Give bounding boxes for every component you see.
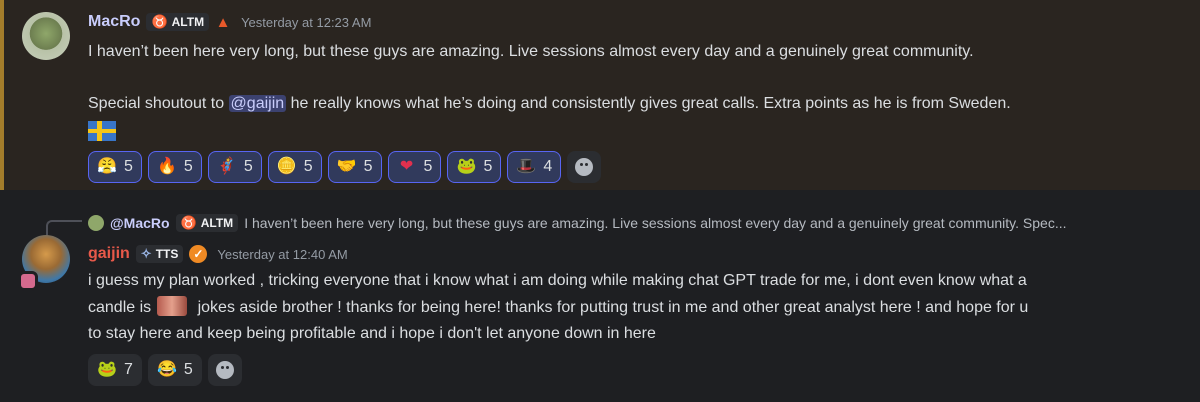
avatar[interactable]: [22, 12, 70, 60]
reply-role-tag: ♉ ALTM: [175, 214, 239, 232]
add-reaction-button[interactable]: [567, 151, 602, 183]
smile-icon: [215, 361, 234, 379]
reaction-bar: 😤 5 🔥 5 🦸 5 🪙 5 🤝 5 ❤ 5 🐸 5 🎩 4: [88, 151, 602, 183]
handshake-icon: 🤝: [336, 158, 357, 175]
tag-label: ALTM: [171, 15, 205, 29]
avatar-decoration-icon: [18, 271, 38, 291]
reaction-bar: 🐸 7 😂 5: [88, 354, 242, 386]
tag-label: TTS: [155, 247, 179, 261]
reaction-coin[interactable]: 🪙 5: [267, 151, 322, 183]
author-name[interactable]: MacRo: [88, 13, 140, 31]
role-tag[interactable]: ♉ ALTM: [146, 13, 210, 31]
custom-figure-icon: 🎩: [516, 158, 537, 175]
reaction-fire[interactable]: 🔥 5: [147, 151, 202, 183]
reply-preview[interactable]: @MacRo ♉ ALTM I haven’t been here very lo…: [88, 214, 1067, 232]
text-segment: jokes aside brother ! thanks for being h…: [193, 299, 1029, 316]
reaction-heart[interactable]: ❤ 5: [387, 151, 442, 183]
message-text-line: to stay here and keep being profitable a…: [88, 325, 656, 342]
reaction-custom-character[interactable]: 😤 5: [88, 151, 142, 183]
tag-label: ALTM: [200, 216, 234, 230]
reaction-count: 4: [543, 158, 553, 175]
author-name[interactable]: gaijin: [88, 245, 130, 263]
reaction-pepe[interactable]: 🐸 7: [88, 354, 142, 386]
heart-icon: ❤: [399, 158, 414, 175]
reaction-count: 5: [363, 158, 373, 175]
timestamp[interactable]: Yesterday at 12:40 AM: [217, 247, 347, 262]
reaction-count: 5: [483, 158, 493, 175]
reaction-custom-warrior[interactable]: 🦸 5: [207, 151, 262, 183]
message-text-line: I haven’t been here very long, but these…: [88, 43, 974, 60]
reaction-count: 5: [303, 158, 313, 175]
reply-avatar: [88, 215, 104, 231]
tag-icon: ♉: [180, 215, 197, 230]
pepe-icon: 🐸: [97, 361, 117, 378]
reaction-count: 5: [124, 158, 133, 175]
mention-gaijin[interactable]: @gaijin: [228, 95, 287, 112]
sparkle-icon: ✧: [140, 246, 152, 261]
verified-icon: ✓: [189, 245, 208, 263]
message-gaijin: @MacRo ♉ ALTM I haven’t been here very lo…: [0, 190, 1200, 402]
message-macro: MacRo ♉ ALTM ▲ Yesterday at 12:23 AM I ha…: [0, 0, 1200, 190]
laughing-tears-icon: 😂: [156, 361, 177, 378]
reaction-count: 5: [183, 158, 193, 175]
message-text-line: Special shoutout to @gaijin he really kn…: [88, 92, 1011, 116]
add-reaction-button[interactable]: [207, 354, 242, 386]
message-header: gaijin ✧ TTS ✓ Yesterday at 12:40 AM: [88, 245, 348, 263]
custom-emoji-icon: [157, 296, 188, 316]
role-tag[interactable]: ✧ TTS: [135, 245, 184, 263]
smile-icon: [575, 158, 594, 176]
reaction-count: 5: [423, 158, 433, 175]
reply-author[interactable]: @MacRo: [110, 215, 170, 231]
reaction-count: 5: [183, 361, 193, 378]
reaction-pepe[interactable]: 🐸 5: [447, 151, 502, 183]
fire-icon: 🔥: [156, 158, 177, 175]
reaction-handshake[interactable]: 🤝 5: [327, 151, 382, 183]
timestamp[interactable]: Yesterday at 12:23 AM: [241, 15, 371, 30]
sweden-flag-icon: [88, 121, 116, 141]
custom-warrior-icon: 🦸: [216, 158, 237, 175]
pepe-icon: 🐸: [456, 158, 477, 175]
reaction-count: 7: [124, 361, 133, 378]
reply-text: I haven’t been here very long, but these…: [244, 215, 1067, 231]
text-segment: candle is: [88, 299, 152, 316]
flame-icon[interactable]: ▲: [215, 13, 231, 31]
text-segment: Special shoutout to: [88, 95, 229, 112]
custom-character-icon: 😤: [97, 158, 117, 175]
message-text-line: candle is jokes aside brother ! thanks f…: [88, 296, 1028, 320]
reaction-custom-figure[interactable]: 🎩 4: [507, 151, 562, 183]
message-header: MacRo ♉ ALTM ▲ Yesterday at 12:23 AM: [88, 13, 371, 31]
tag-icon: ♉: [151, 14, 168, 29]
reaction-laughing-tears[interactable]: 😂 5: [147, 354, 202, 386]
text-segment: he really knows what he’s doing and cons…: [286, 95, 1011, 112]
coin-icon: 🪙: [276, 158, 297, 175]
message-text-line: i guess my plan worked , tricking everyo…: [88, 272, 1027, 289]
reaction-count: 5: [243, 158, 253, 175]
